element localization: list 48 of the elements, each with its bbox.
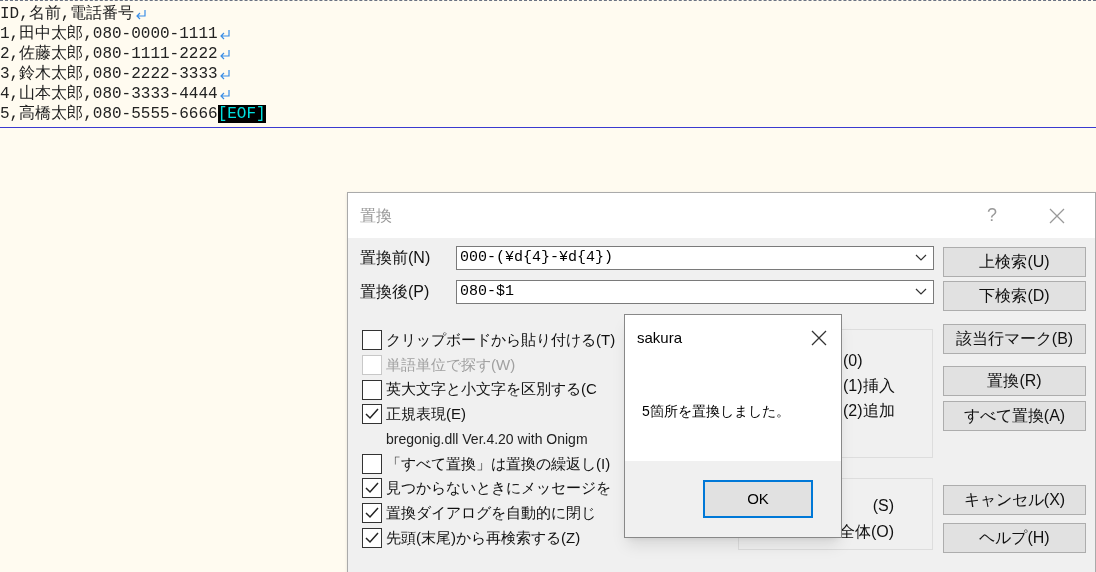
checkbox[interactable] (362, 330, 382, 351)
newline-icon (218, 68, 231, 80)
dialog-button[interactable]: 該当行マーク(B) (943, 324, 1086, 354)
text-line: 4,山本太郎,080-3333-4444 (0, 84, 218, 104)
checkbox[interactable] (362, 503, 382, 524)
ok-button[interactable]: OK (703, 480, 813, 518)
field-label: 置換前(N) (360, 248, 432, 268)
dialog-button[interactable]: すべて置換(A) (943, 401, 1086, 431)
combo-box[interactable]: 080-$1 (456, 280, 934, 304)
newline-icon (218, 88, 231, 100)
text-line: 1,田中太郎,080-0000-1111 (0, 24, 218, 44)
checkbox[interactable] (362, 379, 382, 400)
option-label: (2)追加 (843, 401, 895, 421)
checkbox-label: 「すべて置換」は置換の繰返し(I) (386, 453, 611, 474)
checkbox-label: 先頭(末尾)から再検索する(Z) (386, 527, 581, 548)
checkbox[interactable] (362, 478, 382, 499)
field-label: 置換後(P) (360, 282, 431, 302)
option-label: (0) (843, 351, 864, 371)
checkbox[interactable] (362, 453, 382, 474)
version-note: bregonig.dll Ver.4.20 with Onigm (385, 429, 588, 449)
combo-box[interactable]: 000-(¥d{4}-¥d{4}) (456, 246, 934, 270)
text-line: 2,佐藤太郎,080-1111-2222 (0, 44, 218, 64)
text-line: 5,高橋太郎,080-5555-6666 (0, 104, 218, 124)
checkbox-label: 見つからないときにメッセージを (386, 478, 611, 499)
checkbox-label: 正規表現(E) (386, 404, 466, 425)
checkbox[interactable] (362, 527, 382, 548)
newline-icon (218, 28, 231, 40)
dialog-button[interactable]: 置換(R) (943, 366, 1086, 396)
checkbox-label: 英大文字と小文字を区別する(C (386, 379, 597, 400)
text-line: ID,名前,電話番号 (0, 4, 135, 24)
eof-marker: [EOF] (217, 105, 266, 123)
dialog-button[interactable]: ヘルプ(H) (943, 523, 1086, 553)
option-label: (1)挿入 (843, 376, 895, 396)
message-box-title: sakura (637, 327, 683, 348)
newline-icon (135, 8, 148, 20)
text-line: 3,鈴木太郎,080-2222-3333 (0, 64, 218, 84)
dialog-button[interactable]: 下検索(D) (943, 281, 1086, 311)
dialog-button[interactable]: キャンセル(X) (943, 485, 1086, 515)
newline-icon (218, 48, 231, 60)
dialog-button[interactable]: 上検索(U) (943, 247, 1086, 277)
checkbox-label: 置換ダイアログを自動的に閉じ (386, 502, 596, 523)
option-label: (S) (872, 496, 895, 516)
dialog-title: 置換 (360, 205, 392, 226)
close-icon[interactable] (811, 330, 827, 346)
checkbox-label: 単語単位で探す(W) (386, 354, 516, 375)
checkbox-label: クリップボードから貼り付ける(T) (386, 330, 616, 351)
checkbox[interactable] (362, 404, 382, 425)
message-text: 5箇所を置換しました。 (642, 403, 790, 419)
